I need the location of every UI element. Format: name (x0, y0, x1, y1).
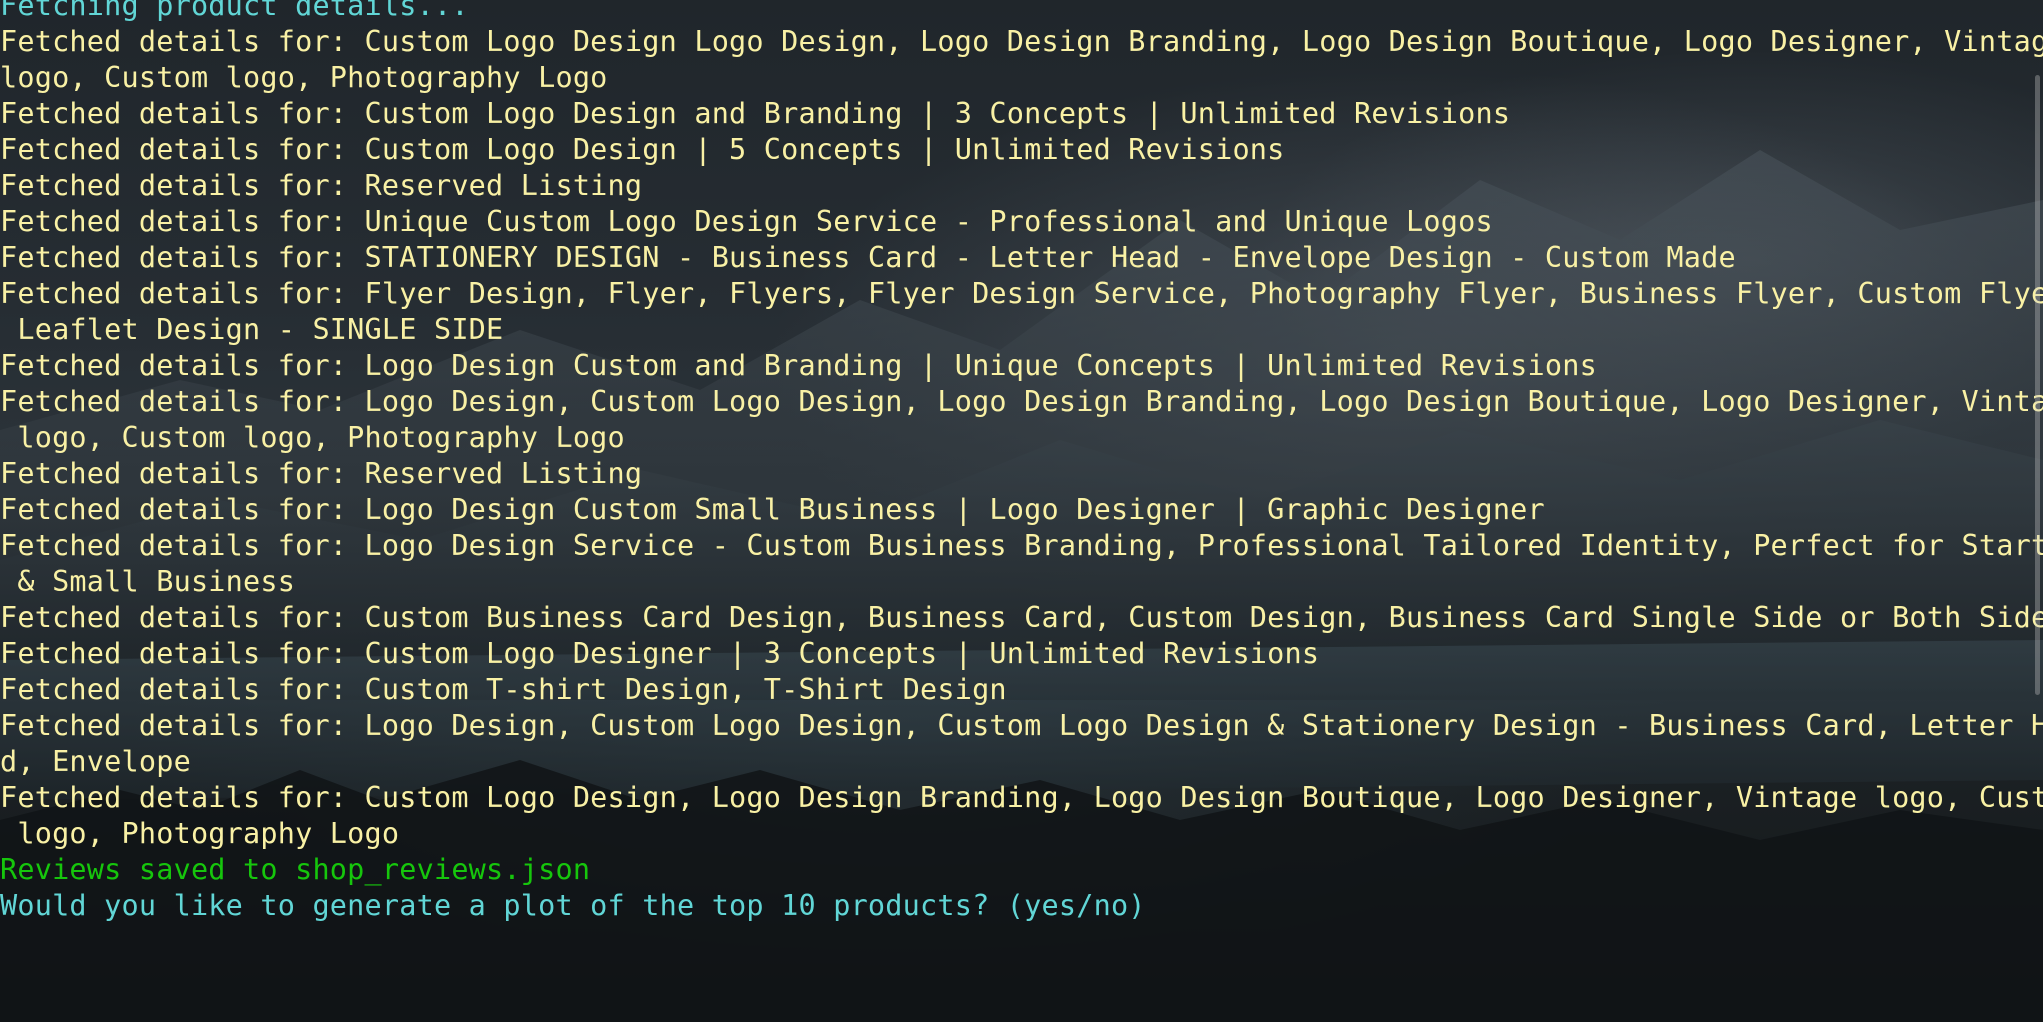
scrollbar[interactable] (2033, 0, 2043, 1022)
terminal-line: Fetched details for: Reserved Listing (0, 169, 643, 202)
terminal-line: Fetched details for: Logo Design Service… (0, 529, 2043, 562)
terminal-line: Leaflet Design - SINGLE SIDE (0, 313, 504, 346)
terminal-line: Fetched details for: Custom T-shirt Desi… (0, 673, 1007, 706)
terminal-line: Would you like to generate a plot of the… (0, 889, 1146, 922)
terminal-line: Fetched details for: Custom Business Car… (0, 601, 2043, 634)
terminal-line: Fetched details for: STATIONERY DESIGN -… (0, 241, 1736, 274)
terminal-line: Fetching product details... (0, 0, 469, 22)
terminal-line: d, Envelope (0, 745, 191, 778)
terminal-line: logo, Custom logo, Photography Logo (0, 61, 608, 94)
terminal-line: Reviews saved to shop_reviews.json (0, 853, 591, 886)
terminal-line: Fetched details for: Logo Design, Custom… (0, 709, 2043, 742)
terminal-line: Fetched details for: Logo Design, Custom… (0, 385, 2043, 418)
terminal-line: Fetched details for: Custom Logo Design … (0, 133, 1285, 166)
terminal-line: Fetched details for: Flyer Design, Flyer… (0, 277, 2043, 310)
terminal-line: logo, Custom logo, Photography Logo (0, 421, 625, 454)
scrollbar-thumb[interactable] (2035, 75, 2040, 695)
terminal-line: Fetched details for: Unique Custom Logo … (0, 205, 1493, 238)
terminal-line: Fetched details for: Logo Design Custom … (0, 493, 1545, 526)
terminal-line: Fetched details for: Custom Logo Design,… (0, 781, 2043, 814)
terminal-line: & Small Business (0, 565, 296, 598)
terminal-line: Fetched details for: Reserved Listing (0, 457, 643, 490)
terminal-line: Fetched details for: Custom Logo Designe… (0, 637, 1320, 670)
terminal-line: Fetched details for: Custom Logo Design … (0, 97, 1511, 130)
terminal-line: Fetched details for: Custom Logo Design … (0, 25, 2043, 58)
terminal-output[interactable]: Fetching product details... Fetched detai… (0, 0, 2043, 924)
terminal-line: logo, Photography Logo (0, 817, 400, 850)
terminal-line: Fetched details for: Logo Design Custom … (0, 349, 1597, 382)
